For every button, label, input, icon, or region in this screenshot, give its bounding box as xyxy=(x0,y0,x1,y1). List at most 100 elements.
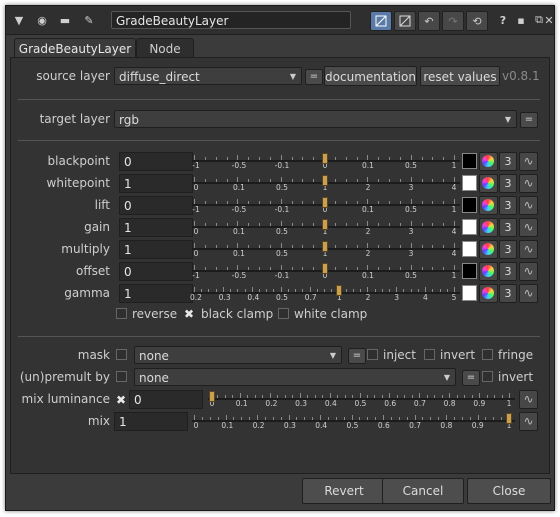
minimize-icon[interactable]: ▪ xyxy=(512,11,530,29)
white-clamp-checkbox[interactable] xyxy=(278,308,289,319)
unpremult-enable-checkbox[interactable] xyxy=(116,371,127,382)
offset-slider[interactable]: -1 -0.5 -0.1 0 0.1 0.5 1 xyxy=(192,261,460,281)
offset-channels-button[interactable]: 3 xyxy=(499,262,517,281)
source-layer-dropdown[interactable]: diffuse_direct ▼ xyxy=(114,67,302,85)
target-layer-link-button[interactable]: = xyxy=(520,112,538,128)
gamma-color-swatch[interactable] xyxy=(462,285,477,301)
target-layer-dropdown[interactable]: rgb ▼ xyxy=(114,110,517,128)
help-icon[interactable]: ? xyxy=(494,11,512,29)
undo-icon[interactable]: ↶ xyxy=(418,11,440,31)
slider-handle[interactable] xyxy=(322,197,328,208)
gain-slider[interactable]: 0 0.1 0.5 1 2 3 4 xyxy=(192,217,460,237)
unpremult-dropdown[interactable]: none ▼ xyxy=(134,368,456,386)
gain-channels-button[interactable]: 3 xyxy=(499,218,517,237)
blackpoint-slider[interactable]: -1 -0.5 -0.1 0 0.1 0.5 1 xyxy=(192,151,460,171)
toggle-edit-icon[interactable] xyxy=(370,11,392,31)
whitepoint-channels-button[interactable]: 3 xyxy=(499,174,517,193)
slider-handle[interactable] xyxy=(322,219,328,230)
black-clamp-checkbox[interactable]: ✖ xyxy=(184,308,194,320)
unpremult-invert-checkbox[interactable] xyxy=(482,371,493,382)
fringe-checkbox[interactable] xyxy=(482,349,493,360)
slider-handle[interactable] xyxy=(336,285,343,296)
lift-input[interactable]: 0 xyxy=(119,196,193,215)
offset-color-swatch[interactable] xyxy=(462,263,477,279)
settings-wrench-icon[interactable]: ✎ xyxy=(80,11,98,29)
mask-invert-checkbox[interactable] xyxy=(424,349,435,360)
slider-tick xyxy=(367,177,369,182)
curve-icon[interactable]: ∿ xyxy=(519,174,538,193)
reverse-checkbox[interactable] xyxy=(116,308,127,319)
collapse-arrow-icon[interactable]: ▼ xyxy=(10,11,28,29)
tab-node[interactable]: Node xyxy=(136,38,194,59)
slider-tick xyxy=(269,393,271,398)
gain-color-swatch[interactable] xyxy=(462,219,477,235)
cancel-button[interactable]: Cancel xyxy=(382,478,464,504)
gamma-channels-button[interactable]: 3 xyxy=(499,284,517,303)
float-window-icon[interactable] xyxy=(394,11,416,31)
color-wheel-icon[interactable] xyxy=(479,174,498,193)
lift-slider[interactable]: -1 -0.5 -0.1 0 0.1 0.5 1 xyxy=(192,195,460,215)
slider-tick xyxy=(345,289,347,292)
gamma-slider[interactable]: 0.2 0.3 0.4 0.5 0.7 1 2 3 4 5 xyxy=(190,283,460,303)
blackpoint-color-swatch[interactable] xyxy=(462,153,477,169)
documentation-button[interactable]: documentation xyxy=(324,66,417,86)
mix-luminance-slider[interactable]: 0 0.1 0.2 0.3 0.4 0.5 0.6 0.7 0.8 0.9 1 xyxy=(208,389,515,409)
node-name-input[interactable]: GradeBeautyLayer xyxy=(111,11,351,29)
color-wheel-icon[interactable] xyxy=(479,240,498,259)
gamma-input[interactable]: 1 xyxy=(119,284,193,303)
reset-values-button[interactable]: reset values xyxy=(420,66,500,86)
slider-handle[interactable] xyxy=(322,241,328,252)
source-layer-link-button[interactable]: = xyxy=(305,69,323,85)
close-button[interactable]: Close xyxy=(467,478,551,504)
slider-handle[interactable] xyxy=(322,263,328,274)
curve-icon[interactable]: ∿ xyxy=(519,196,538,215)
curve-icon[interactable]: ∿ xyxy=(519,284,538,303)
mask-link-button[interactable]: = xyxy=(348,348,366,364)
curve-icon[interactable]: ∿ xyxy=(519,152,538,171)
mix-curve-icon[interactable]: ∿ xyxy=(519,412,538,431)
whitepoint-slider[interactable]: 0 0.1 0.5 1 2 3 4 xyxy=(192,173,460,193)
mix-luminance-curve-icon[interactable]: ∿ xyxy=(519,390,538,409)
titlebar: ▼ ◉ ▬ ✎ GradeBeautyLayer ↶ ↷ ⟲ ? ▪ ⧉ ✕ xyxy=(6,6,554,35)
curve-icon[interactable]: ∿ xyxy=(519,262,538,281)
close-icon[interactable]: ✕ xyxy=(544,11,554,29)
inject-checkbox[interactable] xyxy=(367,349,378,360)
mix-input[interactable]: 1 xyxy=(114,412,188,431)
multiply-input[interactable]: 1 xyxy=(119,240,193,259)
mask-dropdown[interactable]: none ▼ xyxy=(134,346,342,364)
slider-handle[interactable] xyxy=(322,153,328,164)
multiply-color-swatch[interactable] xyxy=(462,241,477,257)
mix-luminance-enable-checkbox[interactable]: ✖ xyxy=(116,394,126,406)
center-node-icon[interactable]: ◉ xyxy=(33,11,51,29)
whitepoint-input[interactable]: 1 xyxy=(119,174,193,193)
curve-icon[interactable]: ∿ xyxy=(519,218,538,237)
offset-input[interactable]: 0 xyxy=(119,262,193,281)
whitepoint-color-swatch[interactable] xyxy=(462,175,477,191)
mix-luminance-input[interactable]: 0 xyxy=(129,390,203,409)
gain-input[interactable]: 1 xyxy=(119,218,193,237)
multiply-channels-button[interactable]: 3 xyxy=(499,240,517,259)
color-wheel-icon[interactable] xyxy=(479,284,498,303)
color-wheel-icon[interactable] xyxy=(479,152,498,171)
slider-handle[interactable] xyxy=(209,391,215,402)
slider-tick xyxy=(244,289,246,292)
blackpoint-channels-button[interactable]: 3 xyxy=(499,152,517,171)
blackpoint-input[interactable]: 0 xyxy=(119,152,193,171)
node-color-icon[interactable]: ▬ xyxy=(56,11,74,29)
multiply-slider[interactable]: 0 0.1 0.5 1 2 3 4 xyxy=(192,239,460,259)
slider-handle[interactable] xyxy=(322,175,328,186)
curve-icon[interactable]: ∿ xyxy=(519,240,538,259)
unpremult-link-button[interactable]: = xyxy=(462,370,480,386)
color-wheel-icon[interactable] xyxy=(479,196,498,215)
tab-gradebeautylayer[interactable]: GradeBeautyLayer xyxy=(14,38,136,59)
lift-color-swatch[interactable] xyxy=(462,197,477,213)
mask-enable-checkbox[interactable] xyxy=(116,349,127,360)
lift-channels-button[interactable]: 3 xyxy=(499,196,517,215)
revert-button[interactable]: Revert xyxy=(302,478,386,504)
mix-slider[interactable]: 0 0.1 0.2 0.3 0.4 0.5 0.6 0.7 0.8 0.9 1 xyxy=(192,411,515,431)
revert-icon[interactable]: ⟲ xyxy=(466,11,488,31)
color-wheel-icon[interactable] xyxy=(479,218,498,237)
redo-icon[interactable]: ↷ xyxy=(442,11,464,31)
slider-handle[interactable] xyxy=(506,413,512,424)
color-wheel-icon[interactable] xyxy=(479,262,498,281)
